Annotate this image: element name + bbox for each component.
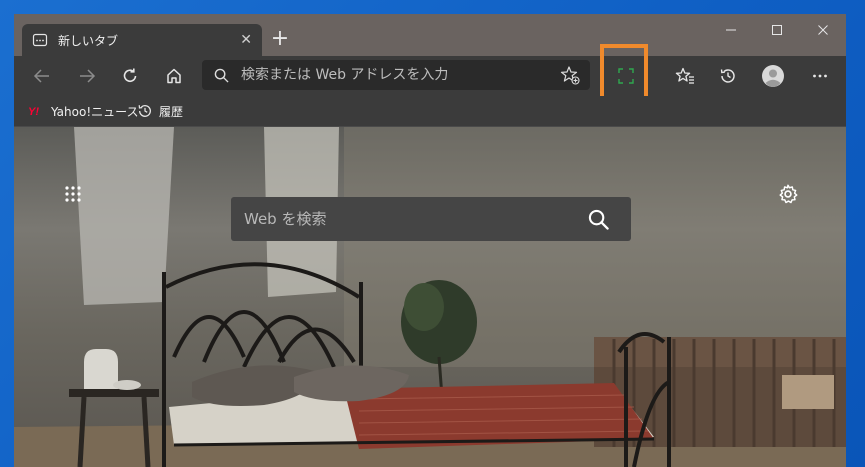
forward-button[interactable] [72,62,102,90]
favorites-bar: Y! Yahoo!ニュース 履歴 [14,96,846,127]
page-settings-button[interactable] [777,183,799,209]
gear-icon [779,184,798,204]
web-search-box[interactable] [231,197,631,241]
search-icon[interactable] [588,209,609,230]
more-icon [813,74,827,78]
home-icon [167,68,181,84]
toolbar [14,44,846,100]
refresh-button[interactable] [115,62,145,90]
svg-text:Y!: Y! [28,106,39,117]
favorite-yahoo-news[interactable]: Y! Yahoo!ニュース [28,101,139,121]
forward-arrow-icon [80,69,96,83]
new-tab-button[interactable]: + [269,28,291,50]
address-input[interactable] [239,66,543,84]
highlight-box [600,44,648,100]
web-search-input[interactable] [242,209,566,229]
avatar-icon [762,65,784,87]
home-button[interactable] [159,62,189,90]
maximize-button[interactable] [754,19,800,41]
favorites-icon [675,67,694,84]
add-favorite-icon[interactable] [560,65,580,85]
favorites-button[interactable] [670,62,700,90]
tab-title: 新しいタブ [58,33,119,48]
history-icon [137,103,153,119]
search-icon [214,68,229,83]
apps-grid-icon [65,186,81,202]
browser-window: 新しいタブ ✕ + 検索または Web アドレスを入力 Y! Yahoo!ニュー… [14,14,846,467]
close-window-button[interactable] [800,19,846,41]
address-bar[interactable] [202,60,590,90]
minimize-button[interactable] [708,19,754,41]
title-bar: 新しいタブ ✕ + [14,14,846,56]
profile-button[interactable] [758,62,788,90]
favorite-label: 履歴 [159,104,184,119]
tab-new-tab[interactable]: 新しいタブ ✕ [22,24,262,56]
yahoo-logo-icon: Y! [28,105,46,117]
favorite-label: Yahoo!ニュース [51,104,139,119]
background-image [14,127,846,467]
history-button[interactable] [713,62,743,90]
new-tab-content [14,127,846,467]
favorite-history[interactable]: 履歴 [137,101,183,121]
tab-close-icon[interactable]: ✕ [240,32,252,48]
new-tab-page-icon [32,32,48,48]
settings-more-button[interactable] [805,62,835,90]
apps-grid-button[interactable] [64,185,82,207]
history-icon [720,69,735,83]
refresh-icon [123,68,137,82]
back-button[interactable] [27,62,57,90]
back-arrow-icon [33,69,49,83]
